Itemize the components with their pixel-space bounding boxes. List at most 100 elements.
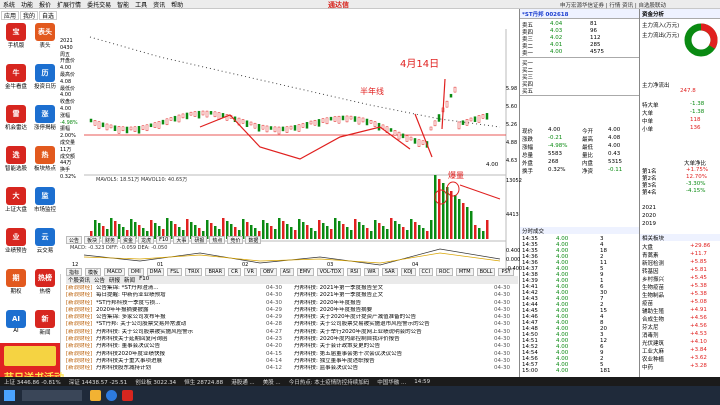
tab-watchlist[interactable]: 自选 (39, 11, 57, 20)
menu-item[interactable]: 功能 (21, 0, 33, 9)
news-row[interactable]: [新浪财经] *ST丹邦科技一季度亏损... 04-30 (66, 300, 292, 307)
app-item[interactable]: 选智能选股 (3, 146, 29, 176)
app-item[interactable]: 新新闻 (32, 310, 58, 340)
announcement-row[interactable]: 丹邦科技: 2020年年度报告 04-30 (294, 300, 518, 307)
toolbar-button[interactable]: 数据 (245, 236, 262, 244)
kline-chart[interactable] (60, 9, 518, 274)
sector-name[interactable]: 合成生物 (642, 315, 664, 323)
announcement-row[interactable]: 丹邦科技: 第五届董事会第十次会议决议公告 04-30 (294, 351, 518, 358)
indicator-tab[interactable]: KDJ (400, 268, 416, 276)
toolbar-button[interactable]: 资金 (120, 236, 137, 244)
indicator-tab[interactable]: WR (364, 268, 379, 276)
announcement-row[interactable]: 丹邦科技: 监事会决议公告 04-30 (294, 365, 518, 372)
sector-name[interactable]: 青蒿素 (642, 251, 659, 259)
tab-apps[interactable]: 应用 (1, 11, 19, 20)
browser-icon[interactable] (106, 390, 117, 401)
menu-item[interactable]: 委托交易 (87, 0, 111, 9)
kline-chart-panel[interactable] (60, 9, 518, 274)
indicator-tab[interactable]: 模板 (85, 268, 102, 276)
toolbar-button[interactable]: 财务 (102, 236, 119, 244)
menu-item[interactable]: 帮助 (171, 0, 183, 9)
indicator-tab[interactable]: BRAR (205, 268, 226, 276)
news-row[interactable]: [新浪财经] 丹邦科技股东减持计划 04-12 (66, 365, 292, 372)
sector-name[interactable]: 生物制品 (642, 291, 664, 299)
indicator-tab[interactable]: OBV (259, 268, 277, 276)
indicator-tab[interactable]: DMI (128, 268, 144, 276)
app-item[interactable]: 雷机会雷达 (3, 105, 29, 135)
app-item[interactable]: AI AI (3, 310, 29, 340)
toolbar-button[interactable]: 热点 (209, 236, 226, 244)
news-row[interactable]: [新浪财经] 丹邦科技关于延期回复问询函 04-23 (66, 336, 292, 343)
sector-name[interactable]: 疫苗 (642, 299, 653, 307)
menu-item[interactable]: 系统 (3, 0, 15, 9)
sector-name[interactable]: 大盘 (642, 243, 653, 251)
indicator-tab[interactable]: ASI (279, 268, 294, 276)
news-tab[interactable]: 研报 (109, 276, 120, 284)
news-row[interactable]: [新浪财经] 每日提醒: 中新药业业绩预增 04-30 (66, 292, 292, 299)
app-item[interactable]: 云云交易 (32, 228, 58, 258)
sector-name[interactable]: 转基因 (642, 267, 659, 275)
indicator-tab[interactable]: VR (244, 268, 257, 276)
news-tab[interactable]: 新闻 (124, 276, 135, 284)
news-row[interactable]: [新浪财经] *ST丹邦: 关于公司股票交易异常波动 04-28 (66, 321, 292, 328)
indicator-tab[interactable]: FSL (167, 268, 183, 276)
news-row[interactable]: [新浪财经] 丹邦科技关于重大事项进展 04-14 (66, 358, 292, 365)
sector-name[interactable]: 农业种植 (642, 355, 664, 363)
sector-name[interactable]: 工业大麻 (642, 347, 664, 355)
sector-name[interactable]: 生物疫苗 (642, 283, 664, 291)
news-row[interactable]: [新浪财经] 丹邦科技: 董事会决议公告 04-20 (66, 343, 292, 350)
indicator-tab[interactable]: 指标 (66, 268, 83, 276)
announcement-row[interactable]: 丹邦科技: 关于公司股票交易被实施退市风险警示的公告 04-30 (294, 321, 518, 328)
news-tab[interactable]: F10 (139, 276, 149, 284)
sector-name[interactable]: 新冠检测 (642, 259, 664, 267)
news-tab[interactable]: 公告 (94, 276, 105, 284)
indicator-tab[interactable]: MTM (455, 268, 474, 276)
indicator-tab[interactable]: ROC (436, 268, 453, 276)
toolbar-button[interactable]: F10 (156, 236, 172, 244)
app-item[interactable]: 大上证大盘 (3, 187, 29, 217)
taskbar-search[interactable] (22, 390, 82, 401)
app-item[interactable]: 涨涨停揭秘 (32, 105, 58, 135)
indicator-tab[interactable]: RSI (347, 268, 362, 276)
menu-item[interactable]: 智能 (117, 0, 129, 9)
sector-name[interactable]: 中药 (642, 363, 653, 371)
toolbar-button[interactable]: 公告 (66, 236, 83, 244)
menu-item[interactable]: 资讯 (153, 0, 165, 9)
news-row[interactable]: [新浪财经] 2020年年报摘要披露 04-29 (66, 307, 292, 314)
folder-icon[interactable] (90, 390, 101, 401)
announcement-row[interactable]: 丹邦科技: 关于举行2020年度网上业绩说明会的公告 04-30 (294, 329, 518, 336)
announcement-row[interactable]: 丹邦科技: 关于2020年度计提资产减值准备的公告 04-30 (294, 314, 518, 321)
announcement-row[interactable]: 丹邦科技: 2020年年度报告摘要 04-30 (294, 307, 518, 314)
toolbar-button[interactable]: 龙虎 (138, 236, 155, 244)
menu-item[interactable]: 报价 (39, 0, 51, 9)
app-item[interactable]: 热板块热点 (32, 146, 58, 176)
toolbar-button[interactable]: 大事 (173, 236, 190, 244)
app-item[interactable]: 业业绩预告 (3, 228, 29, 258)
menu-item[interactable]: 工具 (135, 0, 147, 9)
indicator-tab[interactable]: BOLL (476, 268, 496, 276)
toolbar-button[interactable]: 板块 (84, 236, 101, 244)
news-tab[interactable]: 个股资讯 (68, 276, 90, 284)
app-item[interactable]: 宝手机版 (3, 23, 29, 53)
windows-start-icon[interactable] (4, 390, 15, 401)
tdx-app-icon[interactable] (122, 390, 133, 401)
app-item[interactable]: 期期权 (3, 269, 29, 299)
indicator-tab[interactable]: SAR (381, 268, 398, 276)
news-row[interactable]: [新浪财经] 丹邦科技: 关于公司股票被实施风险警示 04-27 (66, 329, 292, 336)
sector-name[interactable]: 消毒剂 (642, 331, 659, 339)
indicator-tab[interactable]: MACD (104, 268, 126, 276)
announcement-row[interactable]: 丹邦科技: 2021年第一季度报告正文 04-30 (294, 292, 518, 299)
sector-name[interactable]: 芬太尼 (642, 323, 659, 331)
announcement-row[interactable]: 丹邦科技: 2021年第一季度报告全文 04-30 (294, 285, 518, 292)
announcement-row[interactable]: 丹邦科技: 关于会计政策变更的公告 04-30 (294, 343, 518, 350)
app-item[interactable]: 热榜 热榜 (32, 269, 58, 299)
app-item[interactable]: 历投资日历 (32, 64, 58, 94)
news-row[interactable]: [新浪财经] 公告集锦: *ST丹邦澄清... 04-30 (66, 285, 292, 292)
announcement-row[interactable]: 丹邦科技: 独立董事年度述职报告 04-30 (294, 358, 518, 365)
menu-item[interactable]: 扩展行情 (57, 0, 81, 9)
toolbar-button[interactable]: 研报 (191, 236, 208, 244)
indicator-tab[interactable]: TRIX (185, 268, 203, 276)
indicator-tab[interactable]: CCI (418, 268, 433, 276)
indicator-tab[interactable]: EMV (296, 268, 314, 276)
tab-mine[interactable]: 我的 (20, 11, 38, 20)
